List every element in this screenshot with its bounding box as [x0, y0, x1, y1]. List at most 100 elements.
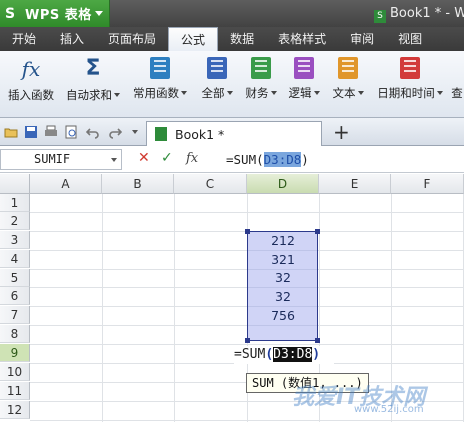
chevron-down-icon — [436, 91, 443, 95]
row-header-9[interactable]: 9 — [0, 344, 30, 362]
financial-functions-button[interactable]: 财务 — [242, 57, 280, 113]
row-header-3[interactable]: 3 — [0, 231, 30, 249]
chevron-down-icon — [270, 91, 277, 95]
gridline — [30, 420, 464, 421]
tab-page-layout[interactable]: 页面布局 — [96, 27, 168, 51]
datetime-label: 日期和时间 — [377, 86, 435, 100]
cancel-icon[interactable]: ✕ — [138, 150, 150, 166]
column-header-e[interactable]: E — [319, 174, 391, 194]
ribbon: fx 插入函数 Σ 自动求和 常用函数 全部 财务 逻辑 文本 日期和时间 查 — [0, 51, 464, 118]
title-bar: S WPS 表格 S Book1 * - W — [0, 0, 464, 30]
column-header-d[interactable]: D — [247, 174, 319, 194]
print-preview-icon[interactable] — [64, 125, 78, 139]
folder-icon[interactable] — [4, 125, 18, 139]
new-tab-plus-icon[interactable]: + — [333, 120, 350, 144]
row-header-2[interactable]: 2 — [0, 212, 30, 230]
column-header-c[interactable]: C — [174, 174, 247, 194]
confirm-icon[interactable]: ✓ — [161, 150, 173, 166]
tab-table-style[interactable]: 表格样式 — [266, 27, 338, 51]
spreadsheet-grid[interactable]: A B C D E F 1 2 3 4 5 6 7 8 9 10 11 12 2… — [0, 174, 464, 422]
tab-review[interactable]: 审阅 — [338, 27, 386, 51]
app-menu-button[interactable]: S WPS 表格 — [0, 0, 110, 27]
chevron-down-icon — [95, 11, 103, 16]
edit-cell-close-paren: ) — [312, 347, 321, 362]
name-box[interactable]: SUMIF — [0, 149, 122, 170]
chevron-down-icon[interactable] — [111, 158, 117, 162]
insert-function-label: 插入函数 — [8, 88, 54, 102]
column-header-a[interactable]: A — [30, 174, 102, 194]
lookup-icon — [450, 57, 464, 79]
tab-formulas[interactable]: 公式 — [168, 27, 219, 51]
cell-d3[interactable]: 212 — [248, 232, 318, 250]
spreadsheet-doc-icon: S — [374, 10, 386, 23]
wps-logo-icon: S — [5, 5, 16, 22]
gridline — [102, 194, 103, 422]
save-icon[interactable] — [24, 125, 38, 139]
cell-d9-editor[interactable]: =SUM(D3:D8) — [234, 346, 334, 364]
row-header-11[interactable]: 11 — [0, 382, 30, 400]
tab-home[interactable]: 开始 — [0, 27, 48, 51]
window-title-text: Book1 * - W — [390, 6, 464, 21]
logical-functions-button[interactable]: 逻辑 — [285, 57, 323, 113]
datetime-functions-button[interactable]: 日期和时间 — [374, 57, 446, 113]
row-header-7[interactable]: 7 — [0, 306, 30, 324]
formula-input[interactable]: =SUM(D3:D8) — [222, 149, 464, 170]
financial-book-icon — [251, 57, 271, 79]
all-functions-label: 全部 — [201, 86, 225, 100]
print-icon[interactable] — [44, 125, 58, 139]
customize-quick-access-icon[interactable] — [128, 125, 142, 139]
cell-d5[interactable]: 32 — [248, 269, 318, 287]
undo-icon[interactable] — [86, 125, 100, 139]
text-label: 文本 — [332, 86, 356, 100]
chevron-down-icon — [181, 91, 187, 95]
cell-d7[interactable]: 756 — [248, 307, 318, 325]
common-functions-book-icon — [150, 57, 170, 79]
name-box-value: SUMIF — [34, 152, 71, 166]
common-functions-button[interactable]: 常用函数 — [131, 57, 189, 113]
redo-icon[interactable] — [108, 125, 122, 139]
chevron-down-icon — [226, 91, 233, 95]
tab-book1[interactable]: Book1 * — [146, 121, 322, 146]
range-handle-bottom-right[interactable] — [315, 338, 320, 343]
cell-d4[interactable]: 321 — [248, 251, 318, 269]
row-header-4[interactable]: 4 — [0, 250, 30, 268]
watermark-url: www.52ij.com — [354, 404, 424, 415]
tab-view[interactable]: 视图 — [386, 27, 434, 51]
row-header-8[interactable]: 8 — [0, 325, 30, 343]
edit-cell-open-paren: ( — [265, 347, 274, 362]
insert-function-button[interactable]: fx 插入函数 — [5, 57, 57, 113]
spreadsheet-doc-icon — [155, 127, 167, 141]
cell-d6[interactable]: 32 — [248, 288, 318, 306]
row-header-5[interactable]: 5 — [0, 269, 30, 287]
autosum-button[interactable]: Σ 自动求和 — [63, 57, 123, 113]
column-header-b[interactable]: B — [102, 174, 174, 194]
formula-prefix: =SUM( — [226, 152, 264, 167]
formula-suffix: ) — [301, 152, 309, 167]
row-header-10[interactable]: 10 — [0, 363, 30, 381]
insert-function-fx-icon[interactable]: fx — [186, 151, 198, 166]
row-header-6[interactable]: 6 — [0, 287, 30, 305]
formula-bar: SUMIF ✕ ✓ fx =SUM(D3:D8) — [0, 147, 464, 173]
tab-data[interactable]: 数据 — [218, 27, 266, 51]
select-all-corner[interactable] — [0, 174, 30, 194]
row-header-12[interactable]: 12 — [0, 401, 30, 419]
logical-label: 逻辑 — [288, 86, 312, 100]
datetime-book-icon — [400, 57, 420, 79]
autosum-label: 自动求和 — [66, 88, 112, 102]
column-header-f[interactable]: F — [391, 174, 464, 194]
fx-icon: fx — [21, 57, 41, 81]
lookup-functions-button[interactable]: 查 — [450, 57, 464, 113]
lookup-label: 查 — [451, 86, 463, 100]
range-handle-bottom-left[interactable] — [245, 338, 250, 343]
text-functions-button[interactable]: 文本 — [329, 57, 367, 113]
row-header-1[interactable]: 1 — [0, 194, 30, 212]
text-book-icon — [338, 57, 358, 79]
all-functions-button[interactable]: 全部 — [197, 57, 237, 113]
common-functions-label: 常用函数 — [133, 86, 179, 100]
tab-insert[interactable]: 插入 — [48, 27, 96, 51]
gridline — [174, 194, 175, 422]
app-name: WPS 表格 — [25, 8, 92, 23]
all-functions-book-icon — [207, 57, 227, 79]
edit-cell-range-reference: D3:D8 — [273, 347, 313, 362]
menu-tabs: 开始 插入 页面布局 公式 数据 表格样式 审阅 视图 — [0, 27, 464, 51]
